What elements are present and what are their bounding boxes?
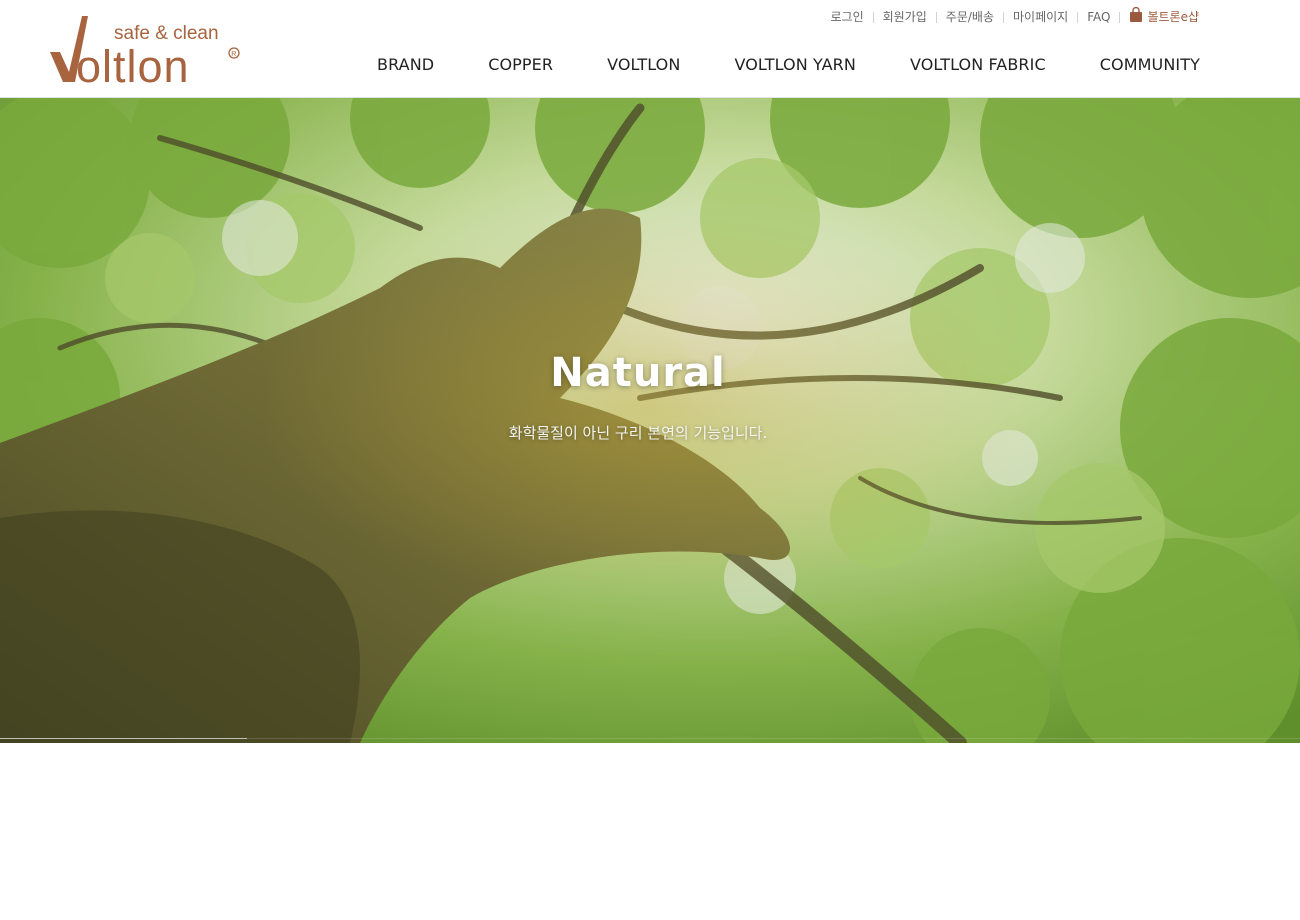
brand-logo[interactable]: safe & clean oltlon R	[48, 14, 244, 86]
faq-link[interactable]: FAQ	[1087, 8, 1110, 26]
site-header: safe & clean oltlon R 로그인 회원가입 주문/배송 마이페…	[0, 0, 1300, 98]
divider	[1003, 11, 1004, 23]
hero-slider[interactable]: Natural 화학물질이 아닌 구리 본연의 기능입니다.	[0, 98, 1300, 743]
nav-community[interactable]: COMMUNITY	[1100, 55, 1200, 74]
signup-link[interactable]: 회원가입	[883, 8, 927, 26]
divider	[1077, 11, 1079, 23]
hero-caption: Natural 화학물질이 아닌 구리 본연의 기능입니다.	[0, 98, 1300, 743]
svg-text:oltlon: oltlon	[76, 41, 190, 86]
utility-nav: 로그인 회원가입 주문/배송 마이페이지 FAQ 볼트론e샵	[830, 6, 1199, 27]
divider	[935, 11, 937, 23]
brand-logo-mark: safe & clean oltlon R	[50, 16, 240, 86]
main-nav: BRAND COPPER VOLTLON VOLTLON YARN VOLTLO…	[377, 52, 1200, 76]
eshop-link[interactable]: 볼트론e샵	[1129, 6, 1199, 27]
slide-progress-bar	[0, 738, 247, 739]
nav-brand[interactable]: BRAND	[377, 55, 434, 74]
hero-subtitle: 화학물질이 아닌 구리 본연의 기능입니다.	[508, 424, 768, 442]
nav-voltlon-fabric[interactable]: VOLTLON FABRIC	[910, 55, 1046, 74]
shopping-bag-icon	[1129, 6, 1143, 27]
divider	[1119, 11, 1121, 23]
nav-copper[interactable]: COPPER	[488, 55, 553, 74]
divider	[872, 11, 874, 23]
hero-title: Natural	[550, 350, 726, 396]
nav-voltlon-yarn[interactable]: VOLTLON YARN	[734, 55, 856, 74]
mypage-link[interactable]: 마이페이지	[1013, 8, 1068, 26]
svg-text:R: R	[231, 51, 236, 58]
nav-voltlon[interactable]: VOLTLON	[607, 55, 680, 74]
eshop-label: 볼트론e샵	[1147, 10, 1199, 24]
login-link[interactable]: 로그인	[830, 8, 863, 26]
order-delivery-link[interactable]: 주문/배송	[946, 8, 994, 26]
